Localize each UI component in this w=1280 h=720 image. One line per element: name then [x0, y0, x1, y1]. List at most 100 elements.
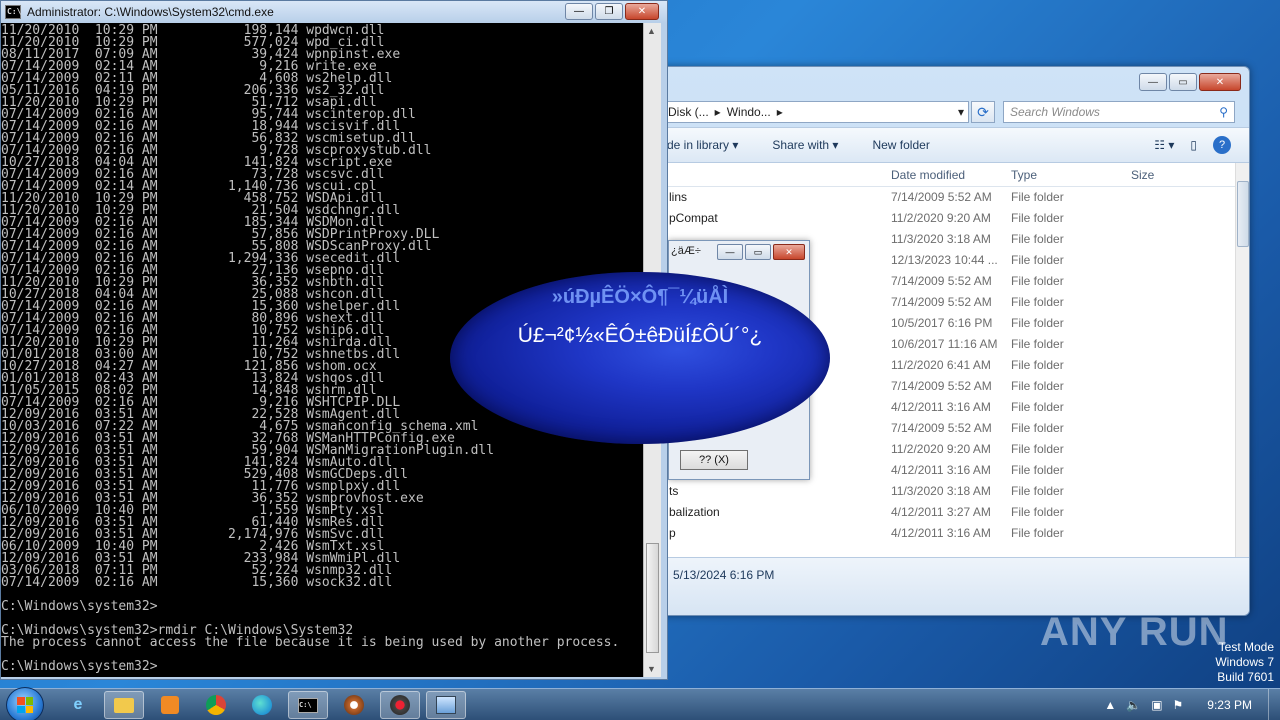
- cmd-close-button[interactable]: ✕: [625, 3, 659, 20]
- file-date: 11/2/2020 9:20 AM: [891, 442, 991, 456]
- console-line: C:\Windows\system32>: [1, 659, 158, 674]
- app-taskbar-button-2[interactable]: [380, 691, 420, 719]
- details-date: 5/13/2024 6:16 PM: [673, 568, 775, 582]
- media-player-taskbar-button[interactable]: [150, 691, 190, 719]
- refresh-button[interactable]: ⟳: [971, 101, 995, 123]
- address-part-2[interactable]: Windo...: [727, 105, 771, 119]
- file-type: File folder: [1011, 232, 1064, 246]
- cmd-caption-buttons: — ❐ ✕: [565, 3, 659, 20]
- chrome-taskbar-button[interactable]: [196, 691, 236, 719]
- popup-line-2: Ú£¬²¢½«ÊÓ±êÐüÍ£ÔÚ´°¿: [517, 324, 763, 347]
- minimize-button[interactable]: —: [1139, 73, 1167, 91]
- internet-explorer-icon: e: [73, 696, 83, 713]
- popup-ellipse[interactable]: »úÐµÊÖ×Ô¶¯¼üÅÌ Ú£¬²¢½«ÊÓ±êÐüÍ£ÔÚ´°¿: [450, 272, 830, 444]
- share-label: Share with: [772, 138, 830, 152]
- file-date: 7/14/2009 5:52 AM: [891, 379, 992, 393]
- app-taskbar-button-1[interactable]: [334, 691, 374, 719]
- app-taskbar-button-3[interactable]: [426, 691, 466, 719]
- dialog-title: ¿äÆ÷: [671, 245, 701, 257]
- cmd-scroll-thumb[interactable]: [646, 543, 659, 653]
- maximize-button[interactable]: ▭: [1169, 73, 1197, 91]
- file-type: File folder: [1011, 526, 1064, 540]
- chrome-icon: [206, 695, 226, 715]
- column-type[interactable]: Type: [1011, 168, 1037, 182]
- search-input[interactable]: Search Windows ⚲: [1003, 101, 1235, 123]
- file-type: File folder: [1011, 316, 1064, 330]
- file-row[interactable]: balization 4/12/2011 3:27 AM File folder: [641, 502, 1235, 523]
- dialog-maximize-button[interactable]: ▭: [745, 244, 771, 260]
- share-with-button[interactable]: Share with ▾: [772, 138, 838, 152]
- file-type: File folder: [1011, 484, 1064, 498]
- command-bar: de in library ▾ Share with ▾ New folder …: [641, 127, 1249, 163]
- file-row[interactable]: p 4/12/2011 3:16 AM File folder: [641, 523, 1235, 544]
- watermark-text: ANY RUN: [1040, 610, 1229, 654]
- app-circle-icon: [344, 695, 364, 715]
- include-label: de in library: [667, 138, 730, 152]
- chevron-right-icon: ▸: [714, 105, 721, 119]
- details-pane: 5/13/2024 6:16 PM: [641, 557, 1249, 615]
- file-type: File folder: [1011, 253, 1064, 267]
- file-row[interactable]: ts 11/3/2020 3:18 AM File folder: [641, 481, 1235, 502]
- console-line: The process cannot access the file becau…: [1, 635, 620, 650]
- file-date: 7/14/2009 5:52 AM: [891, 190, 992, 204]
- chevron-right-icon: ▸: [776, 105, 783, 119]
- scroll-down-icon[interactable]: ▼: [647, 664, 656, 674]
- ie-taskbar-button[interactable]: e: [58, 691, 98, 719]
- file-date: 4/12/2011 3:27 AM: [891, 505, 991, 519]
- file-date: 11/3/2020 3:18 AM: [891, 232, 991, 246]
- file-date: 7/14/2009 5:52 AM: [891, 421, 992, 435]
- file-type: File folder: [1011, 421, 1064, 435]
- scrollbar-thumb[interactable]: [1237, 181, 1249, 247]
- address-part-1[interactable]: Disk (...: [668, 105, 709, 119]
- dialog-ok-button[interactable]: ?? (X): [680, 450, 748, 470]
- column-size[interactable]: Size: [1131, 168, 1154, 182]
- clock[interactable]: 9:23 PM: [1207, 698, 1252, 712]
- new-folder-button[interactable]: New folder: [872, 138, 929, 152]
- file-date: 4/12/2011 3:16 AM: [891, 463, 991, 477]
- file-date: 11/2/2020 6:41 AM: [891, 358, 991, 372]
- cmd-maximize-button[interactable]: ❐: [595, 3, 623, 20]
- chevron-down-icon[interactable]: ▾: [958, 105, 968, 119]
- edge-icon: [252, 695, 272, 715]
- file-date: 7/14/2009 5:52 AM: [891, 274, 992, 288]
- file-date: 4/12/2011 3:16 AM: [891, 400, 991, 414]
- help-icon[interactable]: ?: [1213, 136, 1231, 154]
- show-hidden-icons-icon[interactable]: ▲: [1104, 698, 1116, 712]
- close-button[interactable]: ✕: [1199, 73, 1241, 91]
- file-type: File folder: [1011, 463, 1064, 477]
- cmd-minimize-button[interactable]: —: [565, 3, 593, 20]
- file-name: p: [669, 526, 676, 540]
- test-mode-text: Test Mode Windows 7 Build 7601: [1215, 640, 1274, 685]
- dialog-close-button[interactable]: ✕: [773, 244, 805, 260]
- cmd-titlebar[interactable]: C:\ Administrator: C:\Windows\System32\c…: [1, 1, 667, 23]
- popup-line-1: »úÐµÊÖ×Ô¶¯¼üÅÌ: [551, 286, 729, 308]
- cmd-icon: C:\: [5, 5, 21, 19]
- include-in-library-button[interactable]: de in library ▾: [667, 138, 738, 152]
- dialog-minimize-button[interactable]: —: [717, 244, 743, 260]
- console-line: C:\Windows\system32>: [1, 599, 158, 614]
- start-button[interactable]: [6, 687, 44, 720]
- windows-logo-icon: [17, 697, 33, 713]
- cmd-icon: C:\: [298, 697, 318, 713]
- address-bar[interactable]: Disk (... ▸ Windo... ▸ ▾: [663, 101, 969, 123]
- action-center-flag-icon[interactable]: ⚑: [1173, 698, 1184, 712]
- network-icon[interactable]: ▣: [1151, 698, 1162, 712]
- explorer-taskbar-button[interactable]: [104, 691, 144, 719]
- file-row[interactable]: pCompat 11/2/2020 9:20 AM File folder: [641, 208, 1235, 229]
- column-date-modified[interactable]: Date modified: [891, 168, 965, 182]
- column-headers: Date modified Type Size: [641, 163, 1235, 187]
- file-date: 11/2/2020 9:20 AM: [891, 211, 991, 225]
- file-name: pCompat: [669, 211, 718, 225]
- file-type: File folder: [1011, 211, 1064, 225]
- edge-taskbar-button[interactable]: [242, 691, 282, 719]
- file-date: 12/13/2023 10:44 ...: [891, 253, 998, 267]
- file-row[interactable]: lins 7/14/2009 5:52 AM File folder: [641, 187, 1235, 208]
- view-options-icon[interactable]: ☷ ▾: [1154, 138, 1174, 152]
- network-app-icon: [436, 696, 456, 714]
- scroll-up-icon[interactable]: ▲: [647, 26, 656, 36]
- file-date: 4/12/2011 3:16 AM: [891, 526, 991, 540]
- preview-pane-icon[interactable]: ▯: [1190, 138, 1197, 152]
- show-desktop-button[interactable]: [1268, 689, 1280, 720]
- volume-icon[interactable]: 🔈: [1126, 698, 1141, 712]
- cmd-taskbar-button[interactable]: C:\: [288, 691, 328, 719]
